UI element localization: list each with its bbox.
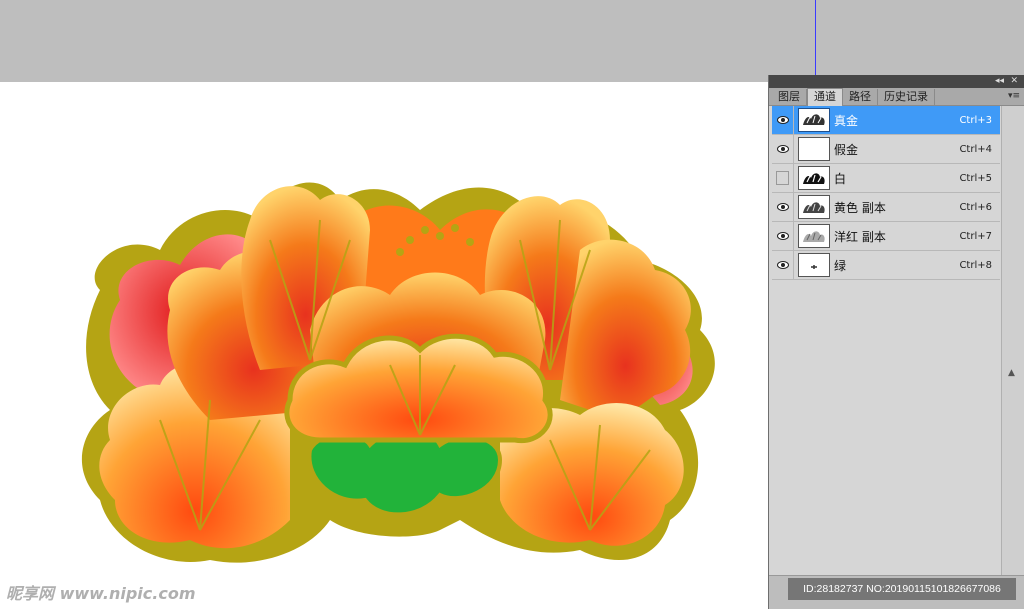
- visibility-toggle[interactable]: [772, 135, 794, 163]
- channel-shortcut: Ctrl+7: [959, 230, 992, 242]
- channel-row[interactable]: 真金 Ctrl+3: [772, 106, 1000, 135]
- visibility-toggle[interactable]: [772, 251, 794, 279]
- channel-name: 白: [834, 171, 847, 186]
- channel-thumbnail: [798, 137, 830, 161]
- tab-history[interactable]: 历史记录: [878, 89, 935, 105]
- eye-icon: [776, 145, 789, 153]
- tab-paths[interactable]: 路径: [843, 89, 878, 105]
- channel-row[interactable]: 白 Ctrl+5: [772, 164, 1000, 193]
- channel-thumbnail: [798, 108, 830, 132]
- vertical-guide[interactable]: [815, 0, 816, 82]
- channel-name: 洋红 副本: [834, 229, 886, 244]
- channel-shortcut: Ctrl+3: [959, 114, 992, 126]
- channel-name: 假金: [834, 142, 859, 157]
- tab-layers[interactable]: 图层: [772, 89, 807, 105]
- channel-row[interactable]: 绿 Ctrl+8: [772, 251, 1000, 280]
- channel-row[interactable]: 假金 Ctrl+4: [772, 135, 1000, 164]
- panel-menu-icon[interactable]: ▾≡: [1008, 88, 1020, 104]
- visibility-toggle[interactable]: [772, 193, 794, 221]
- eye-icon: [776, 203, 789, 211]
- id-watermark: ID:28182737 NO:20190115101826677086: [788, 578, 1016, 600]
- panel-tabs: 图层 通道 路径 历史记录 ▾≡: [769, 88, 1024, 106]
- panel-titlebar[interactable]: ◂◂ ✕: [769, 75, 1024, 88]
- tab-channels[interactable]: 通道: [807, 88, 843, 106]
- channel-shortcut: Ctrl+8: [959, 259, 992, 271]
- eye-icon: [776, 116, 789, 124]
- channels-panel: ◂◂ ✕ 图层 通道 路径 历史记录 ▾≡ 真金 Ctrl+3 假金 Ctrl+…: [768, 75, 1024, 609]
- channel-thumbnail: [798, 195, 830, 219]
- eye-icon: [776, 261, 789, 269]
- visibility-toggle[interactable]: [772, 164, 794, 192]
- panel-scrollbar[interactable]: ▲ ▼: [1001, 106, 1024, 585]
- site-watermark: 昵享网 www.nipic.com: [6, 584, 196, 603]
- hidden-box-icon: [776, 171, 789, 185]
- channel-name: 绿: [834, 258, 847, 273]
- pasteboard: [0, 0, 1024, 82]
- eye-icon: [776, 232, 789, 240]
- channel-thumbnail: [798, 253, 830, 277]
- channel-shortcut: Ctrl+4: [959, 143, 992, 155]
- channel-shortcut: Ctrl+5: [959, 172, 992, 184]
- channel-thumbnail: [798, 224, 830, 248]
- channel-shortcut: Ctrl+6: [959, 201, 992, 213]
- close-icon[interactable]: ✕: [1010, 75, 1018, 88]
- double-chevron-right-icon[interactable]: ◂◂: [995, 75, 1004, 88]
- channel-name: 真金: [834, 113, 859, 128]
- scroll-up-icon[interactable]: ▲: [1008, 368, 1015, 378]
- visibility-toggle[interactable]: [772, 106, 794, 134]
- channel-row[interactable]: 洋红 副本 Ctrl+7: [772, 222, 1000, 251]
- channel-thumbnail: [798, 166, 830, 190]
- channel-list: 真金 Ctrl+3 假金 Ctrl+4 白 Ctrl+5 黄色 副本 Ctrl+…: [772, 106, 1000, 280]
- visibility-toggle[interactable]: [772, 222, 794, 250]
- channel-row[interactable]: 黄色 副本 Ctrl+6: [772, 193, 1000, 222]
- channel-name: 黄色 副本: [834, 200, 886, 215]
- flower-artwork: [81, 182, 715, 563]
